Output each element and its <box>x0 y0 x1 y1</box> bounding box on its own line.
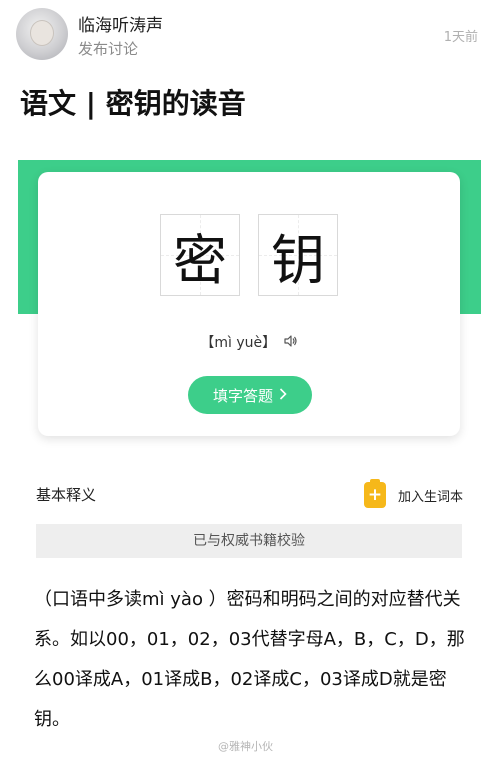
speaker-icon[interactable] <box>283 335 298 351</box>
watermark: @雅神小伙 <box>218 740 273 753</box>
pinyin-text: 【mì yuè】 <box>200 335 277 351</box>
character-box-mi: 密 <box>160 214 240 296</box>
quiz-button-label: 填字答题 <box>212 386 273 405</box>
character-mi: 密 <box>173 228 227 292</box>
definition-section-header: 基本释义 + 加入生词本 <box>18 479 481 510</box>
dictionary-card: 密 钥 【mì yuè】 填字答题 基本释义 + 加入生词本 已与权威书籍校验 … <box>18 160 481 760</box>
verified-notice: 已与权威书籍校验 <box>36 524 462 558</box>
post-action-label: 发布讨论 <box>78 40 139 58</box>
pinyin-row: 【mì yuè】 <box>38 332 460 352</box>
fill-word-quiz-button[interactable]: 填字答题 <box>188 376 312 414</box>
chevron-right-icon <box>279 386 287 404</box>
post-header: 临海听涛声 发布讨论 1天前 <box>0 0 500 70</box>
notebook-plus-icon: + <box>363 479 386 508</box>
character-yue: 钥 <box>271 228 325 292</box>
avatar-image <box>30 20 54 46</box>
definition-text: （口语中多读mì yào ）密码和明码之间的对应替代关系。如以00，01，02，… <box>34 589 465 730</box>
section-title: 基本释义 <box>36 486 97 504</box>
post-title: 语文 | 密钥的读音 <box>20 87 246 120</box>
post-timestamp: 1天前 <box>443 30 478 45</box>
word-card: 密 钥 【mì yuè】 填字答题 <box>38 172 460 436</box>
avatar[interactable] <box>16 8 68 60</box>
character-box-yue: 钥 <box>258 214 338 296</box>
username[interactable]: 临海听涛声 <box>78 11 163 36</box>
add-to-vocabulary-button[interactable]: + 加入生词本 <box>363 479 463 510</box>
add-vocab-label: 加入生词本 <box>397 489 463 505</box>
